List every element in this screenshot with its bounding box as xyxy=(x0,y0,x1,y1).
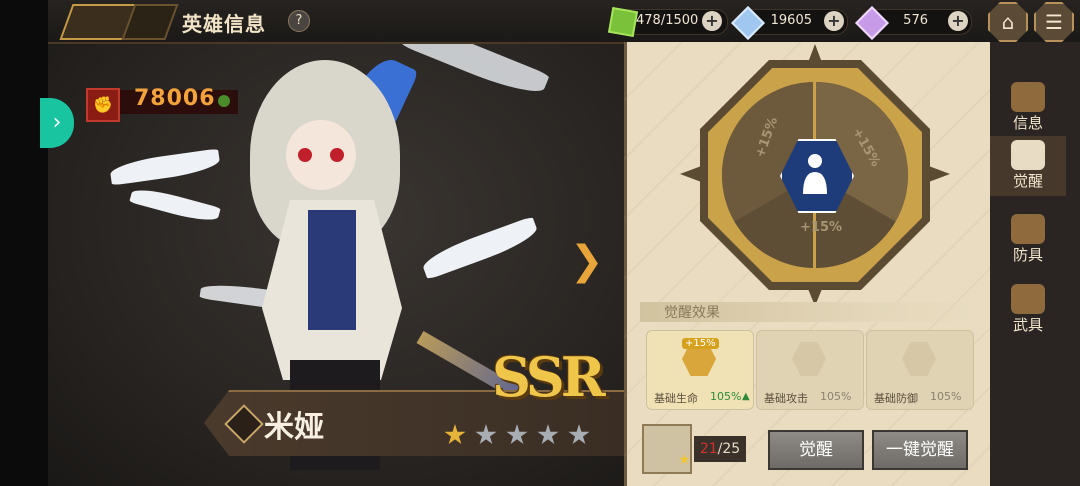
tab-label: 信息 xyxy=(1012,114,1043,132)
armor-icon xyxy=(1011,214,1045,244)
hero-eye xyxy=(330,148,344,162)
star-empty-icon xyxy=(537,424,559,445)
add-purple-crystal-button[interactable]: + xyxy=(948,11,968,31)
tab-awaken[interactable]: 觉醒 xyxy=(990,136,1066,196)
material-star-icon: ★ xyxy=(678,452,691,468)
effect-label: 基础攻击 xyxy=(764,392,808,405)
star-empty-icon xyxy=(506,424,528,445)
hero-vest xyxy=(308,210,356,330)
purple-crystal-value: 576 xyxy=(903,13,928,28)
menu-icon[interactable]: ☰ xyxy=(1034,2,1074,42)
effect-bonus: +15% xyxy=(682,338,719,349)
rarity-badge: SSR xyxy=(492,345,606,409)
hero-eye xyxy=(298,148,312,162)
one-click-awaken-button[interactable]: 一键觉醒 xyxy=(872,430,968,470)
star-filled-icon xyxy=(444,424,466,445)
crossbow-icon xyxy=(1011,284,1045,314)
tab-armor[interactable]: 防具 xyxy=(996,210,1060,270)
add-blue-diamond-button[interactable]: + xyxy=(824,11,844,31)
fist-power-icon: ✊ xyxy=(86,88,120,122)
material-needed: /25 xyxy=(717,441,741,457)
hero-face xyxy=(286,120,356,190)
effect-value: 105% xyxy=(710,390,742,403)
next-hero-arrow-icon[interactable]: ❯ xyxy=(570,238,604,284)
tab-label: 武具 xyxy=(1012,316,1043,334)
awaken-button[interactable]: 觉醒 xyxy=(768,430,864,470)
power-status-icon xyxy=(218,95,230,107)
star-empty-icon xyxy=(475,424,497,445)
hero-name: 米娅 xyxy=(264,410,324,445)
blue-diamond-value: 19605 xyxy=(770,13,812,28)
green-cube-icon xyxy=(607,6,639,38)
tab-label: 防具 xyxy=(1012,246,1043,264)
effect-label: 基础防御 xyxy=(874,392,918,405)
hero-star-rating xyxy=(444,424,604,448)
book-icon xyxy=(1011,82,1045,112)
material-owned: 21 xyxy=(699,441,718,457)
effect-label: 基础生命 xyxy=(654,392,698,405)
tab-label: 觉醒 xyxy=(1012,172,1043,190)
awaken-emblem-icon xyxy=(1011,140,1045,170)
help-icon[interactable]: ? xyxy=(288,10,310,32)
effect-value: 105% xyxy=(930,390,962,403)
stamina-value: 478/1500 xyxy=(636,13,699,28)
effects-title: 觉醒效果 xyxy=(664,305,720,321)
tab-info[interactable]: 信息 xyxy=(996,78,1060,138)
page-title: 英雄信息 xyxy=(182,12,266,36)
increase-arrow-icon: ▲ xyxy=(742,391,750,402)
home-icon[interactable]: ⌂ xyxy=(988,2,1028,42)
effect-value: 105% xyxy=(820,390,852,403)
material-count: 21/25 xyxy=(694,436,746,462)
segment-label-bottom: +15% xyxy=(800,220,843,235)
tab-weapon[interactable]: 武具 xyxy=(996,280,1060,340)
person-icon xyxy=(803,154,827,194)
star-empty-icon xyxy=(568,424,590,445)
add-stamina-button[interactable]: + xyxy=(702,11,722,31)
hero-power-value: 78006 xyxy=(134,86,216,111)
